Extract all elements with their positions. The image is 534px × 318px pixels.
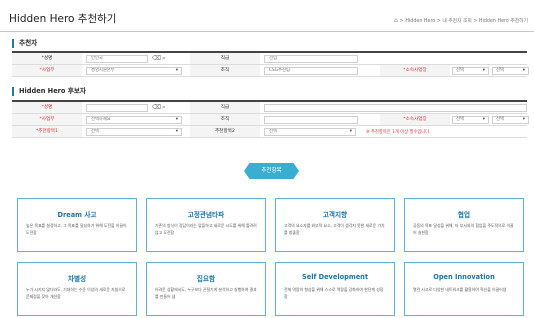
notice-cell: ※ 추천항목은 1개 이상 필수입니다. <box>360 126 527 137</box>
breadcrumb: ⌂ > Hidden Hero > 내 추천자 조회 > Hidden Hero … <box>394 17 528 24</box>
card-title: 고객지향 <box>322 211 348 219</box>
card-desc: 높은 목표를 설정하고, 그 목표를 달성하기 위해 도전을 이끌어 도전함 <box>26 223 127 235</box>
card-break-stereotype[interactable]: 고정관념타파 기존의 방식이 정답이라는 맞을하고 새로운 시도를 위해 틀려려… <box>146 198 266 252</box>
hero-org-cell <box>260 114 380 125</box>
card-title: Dream 사고 <box>57 211 97 219</box>
hero-rank-label: 직급 <box>190 102 260 113</box>
rank-input[interactable]: 선임 <box>264 55 358 63</box>
hero-section-title: Hidden Hero 후보자 <box>12 87 86 96</box>
card-dream[interactable]: Dream 사고 높은 목표를 설정하고, 그 목표를 달성하기 위해 도전을 … <box>17 198 137 252</box>
card-title: Self Development <box>301 273 369 281</box>
card-desc: 누가 시키지 않더라도, 기대하는 수준 이상의 새로운 지침으로 문제점을 찾… <box>26 287 126 299</box>
card-title: 고정관념타파 <box>187 211 225 219</box>
recommender-row-dept: *사업부 경영지원본부 조직 CSG추진팀 *소속사업장 선택 선택 <box>12 65 529 77</box>
name-cell: 인인국 ⌫ ⌕ <box>82 53 190 64</box>
item2-label: 추천항목2 <box>190 126 260 137</box>
dept-label: *사업부 <box>12 65 82 76</box>
dept-select[interactable]: 경영지원본부 <box>86 67 182 75</box>
card-desc: 기존의 방식이 정답이라는 맞을하고 새로운 시도를 위해 틀려려 않고 도전함 <box>155 223 257 235</box>
site-cell: 선택 선택 <box>450 65 529 76</box>
item1-label: *추천항목1 <box>12 126 82 137</box>
eraser-icon[interactable]: ⌫ <box>152 55 161 62</box>
hero-name-input[interactable] <box>86 104 148 112</box>
org-cell: CSG추진팀 <box>260 65 380 76</box>
hero-row-dept: *사업부 선택하세요 조직 *소속사업장 선택 선택 <box>12 114 529 126</box>
hero-rank-input[interactable] <box>264 104 527 112</box>
name-label: *성명 <box>12 53 82 64</box>
card-desc: 열린 사고로 다양한 네트워크를 활용하여 혁신을 이끌어냄 <box>413 287 507 292</box>
recommend-items-button[interactable]: 추천항목 <box>244 163 299 179</box>
search-icon[interactable]: ⌕ <box>162 104 166 111</box>
hero-name-cell: ⌫ ⌕ <box>82 102 190 113</box>
dept-cell: 경영지원본부 <box>82 65 190 76</box>
hero-rank-cell <box>260 102 527 113</box>
home-icon[interactable]: ⌂ <box>394 17 398 24</box>
recommender-section-title: 추천자 <box>12 39 37 48</box>
card-desc: 전체 역량의 향상을 위해 스스로 역량을 강화하여 한단계 성장함 <box>284 287 384 299</box>
org-input[interactable]: CSG추진팀 <box>264 67 358 75</box>
card-self-development[interactable]: Self Development 전체 역량의 향상을 위해 스스로 역량을 강… <box>275 262 395 316</box>
hero-site-select-a[interactable]: 선택 <box>452 116 489 124</box>
required-notice: ※ 추천항목은 1개 이상 필수입니다. <box>366 130 431 135</box>
hero-org-input[interactable] <box>264 116 358 124</box>
card-desc: 공동의 목표 달성을 위해, 타 부서와의 협업을 주도적으로 이끌어 실현함 <box>413 223 514 235</box>
hero-name-label: *성명 <box>12 102 82 113</box>
breadcrumb-path: > Hidden Hero > 내 추천자 조회 > Hidden Hero 추… <box>399 19 528 24</box>
item2-cell: 선택 <box>260 126 360 137</box>
site-select-b[interactable]: 선택 <box>492 67 529 75</box>
hero-row-items: *추천항목1 선택 추천항목2 선택 ※ 추천항목은 1개 이상 필수입니다. <box>12 126 527 138</box>
item2-select[interactable]: 선택 <box>264 128 356 136</box>
hero-site-label: *소속사업장 <box>380 114 450 125</box>
hero-form: *성명 ⌫ ⌕ 직급 *사업부 선택하세요 조직 *소속사업장 선택 선택 *추… <box>12 100 529 138</box>
recommender-row-name: *성명 인인국 ⌫ ⌕ 직급 선임 <box>12 53 527 65</box>
card-title: Open Innovation <box>433 273 495 281</box>
card-collaboration[interactable]: 협업 공동의 목표 달성을 위해, 타 부서와의 협업을 주도적으로 이끌어 실… <box>404 198 524 252</box>
site-label: *소속사업장 <box>380 65 450 76</box>
item1-select[interactable]: 선택 <box>86 128 182 136</box>
eraser-icon[interactable]: ⌫ <box>152 104 161 111</box>
hero-dept-cell: 선택하세요 <box>82 114 190 125</box>
hero-org-label: 조직 <box>190 114 260 125</box>
hero-row-name: *성명 ⌫ ⌕ 직급 <box>12 102 527 114</box>
site-select-a[interactable]: 선택 <box>452 67 489 75</box>
card-desc: 고객의 요소자를 외부적 요소, 고객이 생각지 못한 새로운 가치를 창출함 <box>284 223 385 235</box>
card-open-innovation[interactable]: Open Innovation 열린 사고로 다양한 네트워크를 활용하여 혁신… <box>404 262 524 316</box>
rank-label: 직급 <box>190 53 260 64</box>
card-persistence[interactable]: 집요함 어려운 상황에서도, 누구보다 끈질기게 분석하고 실행하여 결과를 만… <box>146 262 266 316</box>
page-header: Hidden Hero 추천하기 ⌂ > Hidden Hero > 내 추천자 … <box>0 0 534 32</box>
rank-cell: 선임 <box>260 53 527 64</box>
card-differentiation[interactable]: 차별성 누가 시키지 않더라도, 기대하는 수준 이상의 새로운 지침으로 문제… <box>17 262 137 316</box>
card-customer-focus[interactable]: 고객지향 고객의 요소자를 외부적 요소, 고객이 생각지 못한 새로운 가치를… <box>275 198 395 252</box>
recommender-form: *성명 인인국 ⌫ ⌕ 직급 선임 *사업부 경영지원본부 조직 CSG추진팀 … <box>12 51 529 77</box>
hero-site-select-b[interactable]: 선택 <box>492 116 529 124</box>
name-input[interactable]: 인인국 <box>86 55 148 63</box>
search-icon[interactable]: ⌕ <box>162 55 166 62</box>
card-desc: 어려운 상황에서도, 누구보다 끈질기게 분석하고 실행하여 결과를 만들어 냄 <box>155 287 257 299</box>
item1-cell: 선택 <box>82 126 190 137</box>
page-title: Hidden Hero 추천하기 <box>9 13 117 25</box>
card-title: 협업 <box>457 211 471 219</box>
card-title: 차별성 <box>67 275 87 283</box>
hero-dept-label: *사업부 <box>12 114 82 125</box>
hero-dept-select[interactable]: 선택하세요 <box>86 116 182 124</box>
org-label: 조직 <box>190 65 260 76</box>
hero-site-cell: 선택 선택 <box>450 114 529 125</box>
card-title: 집요함 <box>196 275 216 283</box>
